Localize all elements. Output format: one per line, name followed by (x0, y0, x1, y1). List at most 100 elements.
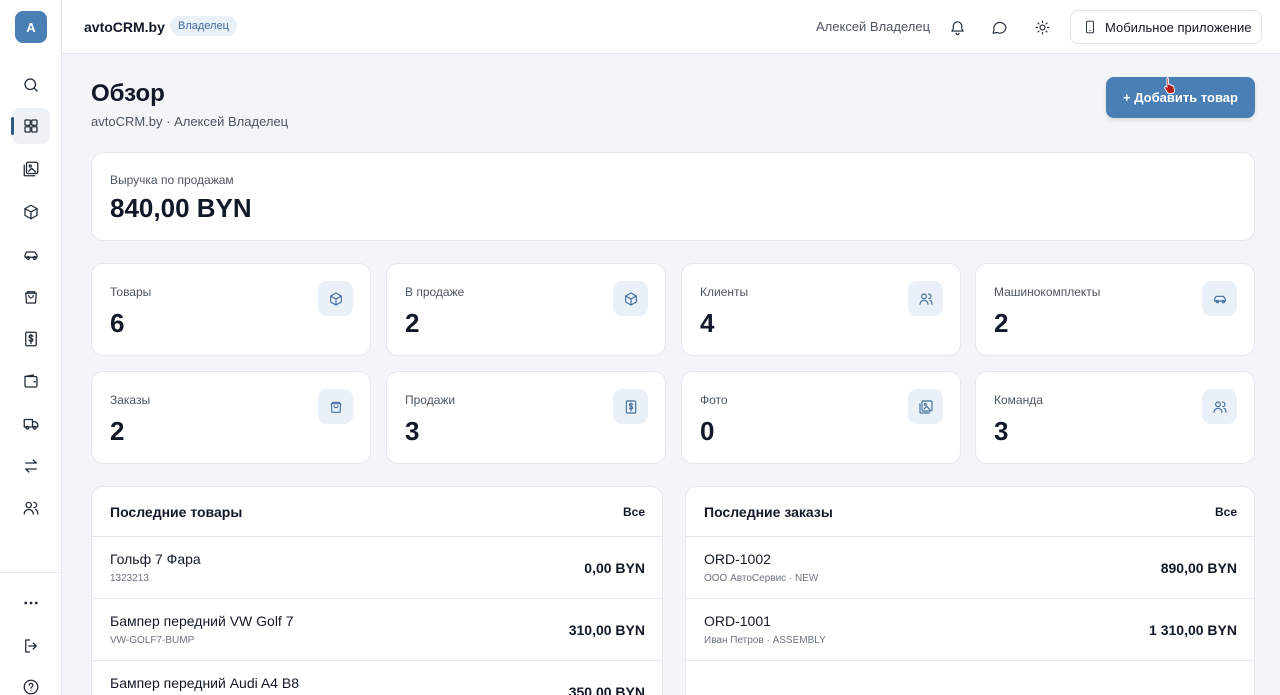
order-meta: ООО АвтоСервис · NEW (704, 573, 819, 584)
stat-card-car-kits[interactable]: Машинокомплекты 2 (975, 263, 1255, 356)
stat-card-photos[interactable]: Фото 0 (681, 371, 961, 464)
product-row[interactable]: Бампер передний Audi A4 B8 350,00 BYN (92, 661, 662, 695)
stat-label: Команда (994, 393, 1043, 407)
theme-toggle-button[interactable] (1031, 16, 1053, 38)
sidebar-item-orders[interactable] (12, 279, 50, 315)
phone-icon (1086, 20, 1094, 34)
sidebar-divider (0, 572, 62, 573)
stat-card-products[interactable]: Товары 6 (91, 263, 371, 356)
product-name: Бампер передний Audi A4 B8 (110, 675, 299, 691)
view-all-orders-link[interactable]: Все (1215, 505, 1237, 519)
stat-card-sales[interactable]: Продажи 3 (386, 371, 666, 464)
view-all-products-link[interactable]: Все (623, 505, 645, 519)
stat-label: Машинокомплекты (994, 285, 1101, 299)
stat-value: 2 (110, 416, 125, 446)
product-sku: 1323213 (110, 573, 149, 584)
product-price: 350,00 BYN (568, 684, 645, 695)
messages-button[interactable] (988, 16, 1010, 38)
users-icon (1212, 400, 1227, 413)
product-price: 310,00 BYN (568, 622, 645, 638)
sidebar-item-products[interactable] (12, 194, 50, 230)
shopping-bag-icon (25, 291, 37, 304)
sidebar: А (0, 0, 62, 695)
stat-value: 3 (994, 416, 1009, 446)
product-name: Гольф 7 Фара (110, 551, 201, 567)
product-row[interactable]: Бампер передний VW Golf 7 VW-GOLF7-BUMP … (92, 599, 662, 661)
dollar-receipt-icon (25, 331, 37, 347)
cursor-icon (1164, 77, 1175, 94)
product-row[interactable]: Гольф 7 Фара 1323213 0,00 BYN (92, 537, 662, 599)
role-badge: Владелец (170, 16, 237, 36)
stat-icon-badge (318, 281, 353, 316)
mobile-app-label: Мобильное приложение (1105, 19, 1252, 35)
stat-value: 2 (994, 308, 1009, 338)
stat-label: Клиенты (700, 285, 749, 299)
search-icon (24, 78, 38, 92)
revenue-label: Выручка по продажам (110, 173, 234, 187)
sidebar-item-wallet[interactable] (12, 363, 50, 399)
stat-icon-badge (1202, 281, 1237, 316)
order-number: ORD-1002 (704, 551, 771, 567)
order-amount: 1 310,00 BYN (1149, 622, 1237, 638)
transfer-icon (25, 459, 37, 473)
stat-label: Заказы (110, 393, 151, 407)
stat-card-clients[interactable]: Клиенты 4 (681, 263, 961, 356)
stat-label: Фото (700, 393, 728, 407)
sidebar-item-team[interactable] (12, 490, 50, 526)
recent-orders-panel: Последние заказы Все ORD-1002 ООО АвтоСе… (685, 486, 1255, 695)
stat-card-team[interactable]: Команда 3 (975, 371, 1255, 464)
notifications-button[interactable] (946, 16, 968, 38)
sidebar-item-search[interactable] (12, 67, 50, 103)
mobile-app-button[interactable]: Мобильное приложение (1070, 10, 1262, 44)
users-icon (23, 501, 39, 515)
panel-title: Последние товары (110, 504, 243, 520)
stat-value: 0 (700, 416, 715, 446)
avatar[interactable]: А (15, 11, 47, 43)
user-name[interactable]: Алексей Владелец (816, 19, 930, 34)
brand-name[interactable]: avtoCRM.by (84, 19, 165, 35)
stat-icon-badge (613, 389, 648, 424)
sidebar-item-delivery[interactable] (12, 406, 50, 442)
stat-icon-badge (908, 281, 943, 316)
logout-icon (25, 639, 37, 653)
sidebar-item-photos[interactable] (12, 151, 50, 187)
order-row[interactable]: ORD-1001 Иван Петров · ASSEMBLY 1 310,00… (686, 599, 1254, 661)
sidebar-item-dashboard[interactable] (11, 108, 50, 144)
add-product-button[interactable]: + Добавить товар (1106, 77, 1255, 118)
stat-value: 3 (405, 416, 420, 446)
revenue-value: 840,00 BYN (110, 193, 252, 223)
box-icon (624, 291, 637, 306)
sidebar-item-transfers[interactable] (12, 448, 50, 484)
stat-icon-badge (318, 389, 353, 424)
topbar: avtoCRM.by Владелец Алексей Владелец Моб… (62, 0, 1280, 54)
recent-products-panel: Последние товары Все Гольф 7 Фара 132321… (91, 486, 663, 695)
bell-icon (950, 20, 964, 35)
order-amount: 890,00 BYN (1160, 560, 1237, 576)
stat-label: Товары (110, 285, 152, 299)
stat-card-orders[interactable]: Заказы 2 (91, 371, 371, 464)
stat-value: 4 (700, 308, 715, 338)
stat-value: 2 (405, 308, 420, 338)
help-icon (23, 679, 39, 695)
panel-header: Последние заказы Все (686, 487, 1254, 537)
stat-icon-badge (613, 281, 648, 316)
car-icon (1213, 295, 1226, 303)
dollar-receipt-icon (625, 399, 636, 414)
shopping-bag-icon (330, 401, 341, 413)
stat-icon-badge (1202, 389, 1237, 424)
sidebar-item-cars[interactable] (12, 237, 50, 273)
product-price: 0,00 BYN (584, 560, 645, 576)
sidebar-item-logout[interactable] (12, 628, 50, 664)
sidebar-item-more[interactable] (12, 585, 50, 621)
stat-card-on-sale[interactable]: В продаже 2 (386, 263, 666, 356)
order-row[interactable]: ORD-1002 ООО АвтоСервис · NEW 890,00 BYN (686, 537, 1254, 599)
order-number: ORD-1001 (704, 613, 771, 629)
stat-icon-badge (908, 389, 943, 424)
sidebar-item-help[interactable] (12, 669, 50, 695)
chat-icon (992, 21, 1006, 34)
stat-label: В продаже (405, 285, 465, 299)
photos-icon (23, 161, 39, 177)
order-meta: Иван Петров · ASSEMBLY (704, 635, 826, 646)
sidebar-item-sales[interactable] (12, 321, 50, 357)
photos-icon (918, 399, 933, 414)
